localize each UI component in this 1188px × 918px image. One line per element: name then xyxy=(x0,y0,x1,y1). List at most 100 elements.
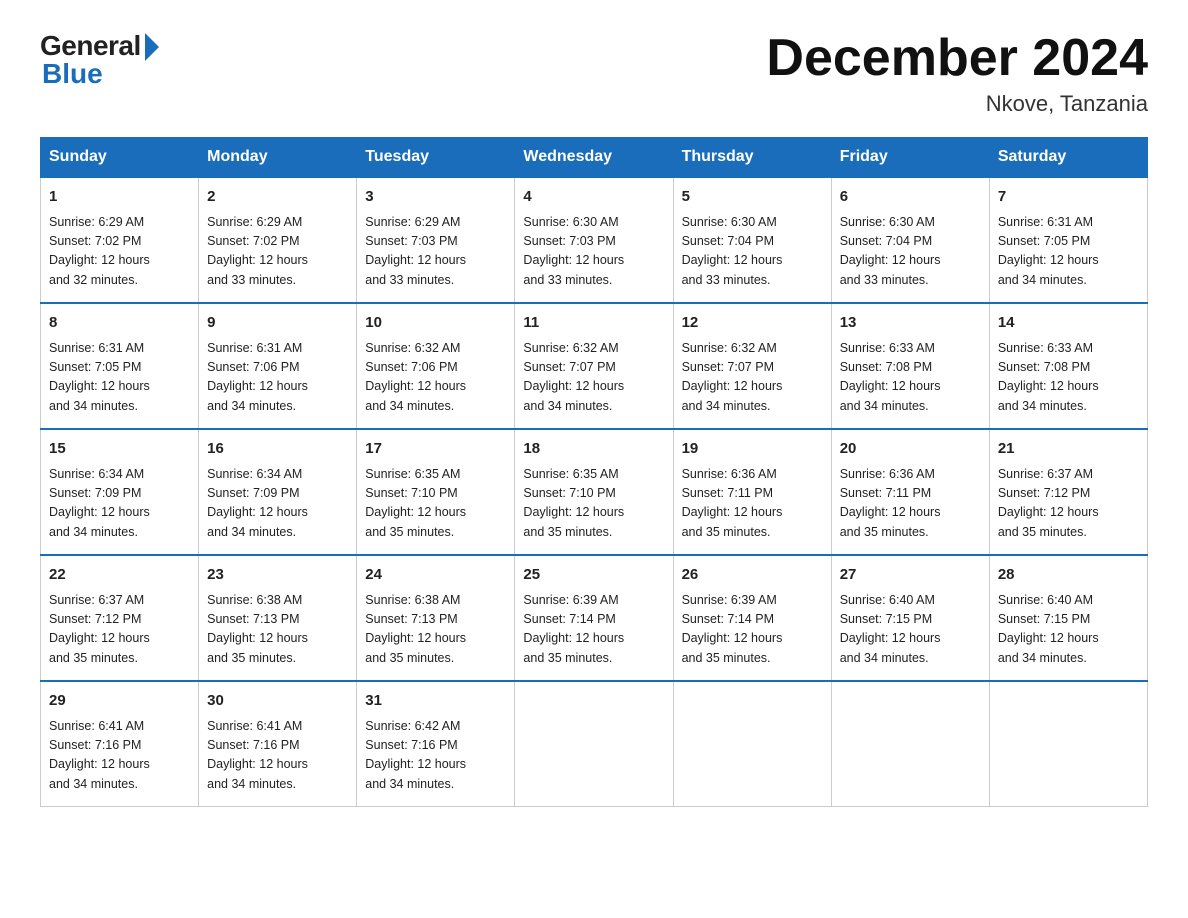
day-info: Sunrise: 6:40 AMSunset: 7:15 PMDaylight:… xyxy=(998,591,1139,669)
day-info: Sunrise: 6:34 AMSunset: 7:09 PMDaylight:… xyxy=(207,465,348,543)
calendar-cell: 14 Sunrise: 6:33 AMSunset: 7:08 PMDayligh… xyxy=(989,303,1147,429)
calendar-week-5: 29 Sunrise: 6:41 AMSunset: 7:16 PMDayligh… xyxy=(41,681,1148,807)
day-number: 11 xyxy=(523,312,664,335)
calendar-cell: 3 Sunrise: 6:29 AMSunset: 7:03 PMDaylight… xyxy=(357,177,515,303)
day-info: Sunrise: 6:30 AMSunset: 7:03 PMDaylight:… xyxy=(523,213,664,291)
day-info: Sunrise: 6:35 AMSunset: 7:10 PMDaylight:… xyxy=(365,465,506,543)
calendar-cell: 18 Sunrise: 6:35 AMSunset: 7:10 PMDayligh… xyxy=(515,429,673,555)
calendar-cell: 20 Sunrise: 6:36 AMSunset: 7:11 PMDayligh… xyxy=(831,429,989,555)
calendar-cell: 9Sunrise: 6:31 AMSunset: 7:06 PMDaylight… xyxy=(199,303,357,429)
calendar-weekday-monday: Monday xyxy=(199,138,357,178)
day-number: 17 xyxy=(365,438,506,461)
calendar-cell: 21 Sunrise: 6:37 AMSunset: 7:12 PMDayligh… xyxy=(989,429,1147,555)
calendar-weekday-sunday: Sunday xyxy=(41,138,199,178)
logo-blue-text: Blue xyxy=(42,58,103,90)
day-number: 19 xyxy=(682,438,823,461)
day-info: Sunrise: 6:41 AMSunset: 7:16 PMDaylight:… xyxy=(49,717,190,795)
day-number: 23 xyxy=(207,564,348,587)
calendar-cell: 19 Sunrise: 6:36 AMSunset: 7:11 PMDayligh… xyxy=(673,429,831,555)
day-number: 9 xyxy=(207,312,348,335)
day-number: 31 xyxy=(365,690,506,713)
calendar-weekday-wednesday: Wednesday xyxy=(515,138,673,178)
day-number: 24 xyxy=(365,564,506,587)
calendar-cell: 30 Sunrise: 6:41 AMSunset: 7:16 PMDayligh… xyxy=(199,681,357,807)
calendar-cell: 1Sunrise: 6:29 AMSunset: 7:02 PMDaylight… xyxy=(41,177,199,303)
calendar-cell: 29 Sunrise: 6:41 AMSunset: 7:16 PMDayligh… xyxy=(41,681,199,807)
day-info: Sunrise: 6:42 AMSunset: 7:16 PMDaylight:… xyxy=(365,717,506,795)
day-number: 3 xyxy=(365,186,506,209)
calendar-cell: 26 Sunrise: 6:39 AMSunset: 7:14 PMDayligh… xyxy=(673,555,831,681)
day-info: Sunrise: 6:33 AMSunset: 7:08 PMDaylight:… xyxy=(998,339,1139,417)
calendar-cell xyxy=(515,681,673,807)
day-number: 4 xyxy=(523,186,664,209)
calendar-cell: 11Sunrise: 6:32 AMSunset: 7:07 PMDayligh… xyxy=(515,303,673,429)
day-info: Sunrise: 6:29 AMSunset: 7:03 PMDaylight:… xyxy=(365,213,506,291)
calendar-cell: 22Sunrise: 6:37 AMSunset: 7:12 PMDayligh… xyxy=(41,555,199,681)
calendar-cell: 23Sunrise: 6:38 AMSunset: 7:13 PMDayligh… xyxy=(199,555,357,681)
calendar-weekday-saturday: Saturday xyxy=(989,138,1147,178)
calendar-cell: 15 Sunrise: 6:34 AMSunset: 7:09 PMDayligh… xyxy=(41,429,199,555)
day-number: 21 xyxy=(998,438,1139,461)
calendar-weekday-friday: Friday xyxy=(831,138,989,178)
day-number: 28 xyxy=(998,564,1139,587)
day-info: Sunrise: 6:39 AMSunset: 7:14 PMDaylight:… xyxy=(682,591,823,669)
day-info: Sunrise: 6:40 AMSunset: 7:15 PMDaylight:… xyxy=(840,591,981,669)
day-number: 26 xyxy=(682,564,823,587)
calendar-cell: 16Sunrise: 6:34 AMSunset: 7:09 PMDayligh… xyxy=(199,429,357,555)
calendar-cell xyxy=(989,681,1147,807)
day-info: Sunrise: 6:30 AMSunset: 7:04 PMDaylight:… xyxy=(682,213,823,291)
calendar-cell: 5 Sunrise: 6:30 AMSunset: 7:04 PMDaylight… xyxy=(673,177,831,303)
calendar-cell: 17 Sunrise: 6:35 AMSunset: 7:10 PMDayligh… xyxy=(357,429,515,555)
day-number: 13 xyxy=(840,312,981,335)
day-number: 27 xyxy=(840,564,981,587)
calendar-cell xyxy=(831,681,989,807)
calendar-cell: 24 Sunrise: 6:38 AMSunset: 7:13 PMDayligh… xyxy=(357,555,515,681)
calendar-weekday-thursday: Thursday xyxy=(673,138,831,178)
day-info: Sunrise: 6:34 AMSunset: 7:09 PMDaylight:… xyxy=(49,465,190,543)
day-info: Sunrise: 6:36 AMSunset: 7:11 PMDaylight:… xyxy=(840,465,981,543)
calendar-cell: 6Sunrise: 6:30 AMSunset: 7:04 PMDaylight… xyxy=(831,177,989,303)
day-number: 18 xyxy=(523,438,664,461)
calendar-week-2: 8Sunrise: 6:31 AMSunset: 7:05 PMDaylight… xyxy=(41,303,1148,429)
day-number: 7 xyxy=(998,186,1139,209)
calendar-cell: 2Sunrise: 6:29 AMSunset: 7:02 PMDaylight… xyxy=(199,177,357,303)
calendar-cell: 8Sunrise: 6:31 AMSunset: 7:05 PMDaylight… xyxy=(41,303,199,429)
day-info: Sunrise: 6:39 AMSunset: 7:14 PMDaylight:… xyxy=(523,591,664,669)
day-number: 14 xyxy=(998,312,1139,335)
day-info: Sunrise: 6:37 AMSunset: 7:12 PMDaylight:… xyxy=(998,465,1139,543)
day-number: 12 xyxy=(682,312,823,335)
day-info: Sunrise: 6:41 AMSunset: 7:16 PMDaylight:… xyxy=(207,717,348,795)
calendar-cell: 12 Sunrise: 6:32 AMSunset: 7:07 PMDayligh… xyxy=(673,303,831,429)
day-number: 5 xyxy=(682,186,823,209)
day-number: 15 xyxy=(49,438,190,461)
page-header: General Blue December 2024 Nkove, Tanzan… xyxy=(40,30,1148,117)
calendar-header-row: SundayMondayTuesdayWednesdayThursdayFrid… xyxy=(41,138,1148,178)
title-block: December 2024 Nkove, Tanzania xyxy=(766,30,1148,117)
calendar-week-1: 1 Sunrise: 6:29 AMSunset: 7:02 PMDaylight… xyxy=(41,177,1148,303)
calendar-cell: 25Sunrise: 6:39 AMSunset: 7:14 PMDayligh… xyxy=(515,555,673,681)
calendar-week-3: 15 Sunrise: 6:34 AMSunset: 7:09 PMDayligh… xyxy=(41,429,1148,555)
day-number: 1 xyxy=(49,186,190,209)
day-info: Sunrise: 6:29 AMSunset: 7:02 PMDaylight:… xyxy=(207,213,348,291)
calendar-cell: 27 Sunrise: 6:40 AMSunset: 7:15 PMDayligh… xyxy=(831,555,989,681)
logo-arrow-icon xyxy=(145,33,159,61)
calendar-cell: 31 Sunrise: 6:42 AMSunset: 7:16 PMDayligh… xyxy=(357,681,515,807)
day-info: Sunrise: 6:33 AMSunset: 7:08 PMDaylight:… xyxy=(840,339,981,417)
day-info: Sunrise: 6:31 AMSunset: 7:05 PMDaylight:… xyxy=(998,213,1139,291)
calendar-cell: 4 Sunrise: 6:30 AMSunset: 7:03 PMDaylight… xyxy=(515,177,673,303)
calendar-weekday-tuesday: Tuesday xyxy=(357,138,515,178)
day-info: Sunrise: 6:35 AMSunset: 7:10 PMDaylight:… xyxy=(523,465,664,543)
calendar-week-4: 22Sunrise: 6:37 AMSunset: 7:12 PMDayligh… xyxy=(41,555,1148,681)
day-info: Sunrise: 6:36 AMSunset: 7:11 PMDaylight:… xyxy=(682,465,823,543)
day-info: Sunrise: 6:37 AMSunset: 7:12 PMDaylight:… xyxy=(49,591,190,669)
day-info: Sunrise: 6:32 AMSunset: 7:07 PMDaylight:… xyxy=(682,339,823,417)
calendar-cell xyxy=(673,681,831,807)
day-number: 29 xyxy=(49,690,190,713)
day-info: Sunrise: 6:30 AMSunset: 7:04 PMDaylight:… xyxy=(840,213,981,291)
calendar-cell: 10Sunrise: 6:32 AMSunset: 7:06 PMDayligh… xyxy=(357,303,515,429)
location: Nkove, Tanzania xyxy=(766,91,1148,117)
day-number: 10 xyxy=(365,312,506,335)
day-number: 20 xyxy=(840,438,981,461)
day-info: Sunrise: 6:38 AMSunset: 7:13 PMDaylight:… xyxy=(365,591,506,669)
day-number: 30 xyxy=(207,690,348,713)
